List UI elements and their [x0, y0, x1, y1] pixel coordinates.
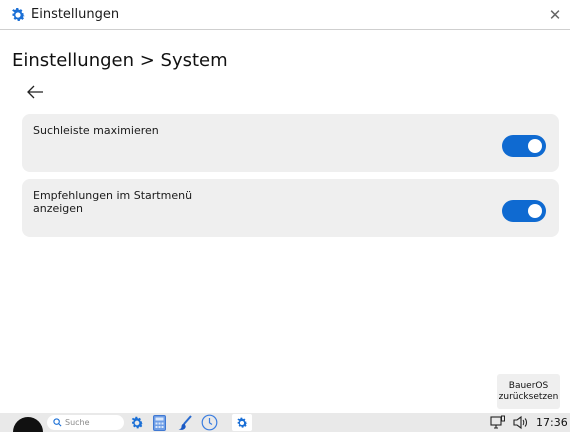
gear-icon	[9, 6, 27, 24]
taskbar: Suche 17:36	[0, 413, 570, 432]
search-icon	[53, 418, 62, 427]
search-input[interactable]: Suche	[47, 415, 124, 430]
settings-app-icon[interactable]	[128, 414, 145, 431]
toggle-switch[interactable]	[502, 135, 546, 157]
setting-card-search-bar: Suchleiste maximieren	[22, 114, 559, 172]
reset-os-button[interactable]: BauerOS zurücksetzen	[497, 374, 560, 409]
clock-time[interactable]: 17:36	[536, 416, 568, 429]
network-icon[interactable]	[490, 415, 506, 430]
window-title: Einstellungen	[31, 7, 120, 22]
paint-icon[interactable]	[176, 414, 193, 431]
volume-icon[interactable]	[512, 415, 530, 430]
back-button[interactable]	[22, 80, 48, 104]
setting-label: Suchleiste maximieren	[33, 124, 159, 137]
toggle-knob	[528, 204, 542, 218]
toggle-knob	[528, 139, 542, 153]
search-placeholder: Suche	[65, 418, 90, 427]
calculator-icon[interactable]	[151, 414, 168, 431]
close-icon[interactable]: ✕	[546, 6, 564, 24]
clock-icon[interactable]	[201, 414, 218, 431]
title-bar: Einstellungen ✕	[0, 0, 570, 30]
arrow-left-icon	[27, 85, 43, 99]
page-title: Einstellungen > System	[12, 50, 228, 71]
start-button[interactable]	[13, 417, 43, 432]
setting-label: Empfehlungen im Startmenü anzeigen	[33, 189, 193, 215]
setting-card-recommendations: Empfehlungen im Startmenü anzeigen	[22, 179, 559, 237]
settings-app-active-icon[interactable]	[232, 414, 252, 431]
toggle-switch[interactable]	[502, 200, 546, 222]
